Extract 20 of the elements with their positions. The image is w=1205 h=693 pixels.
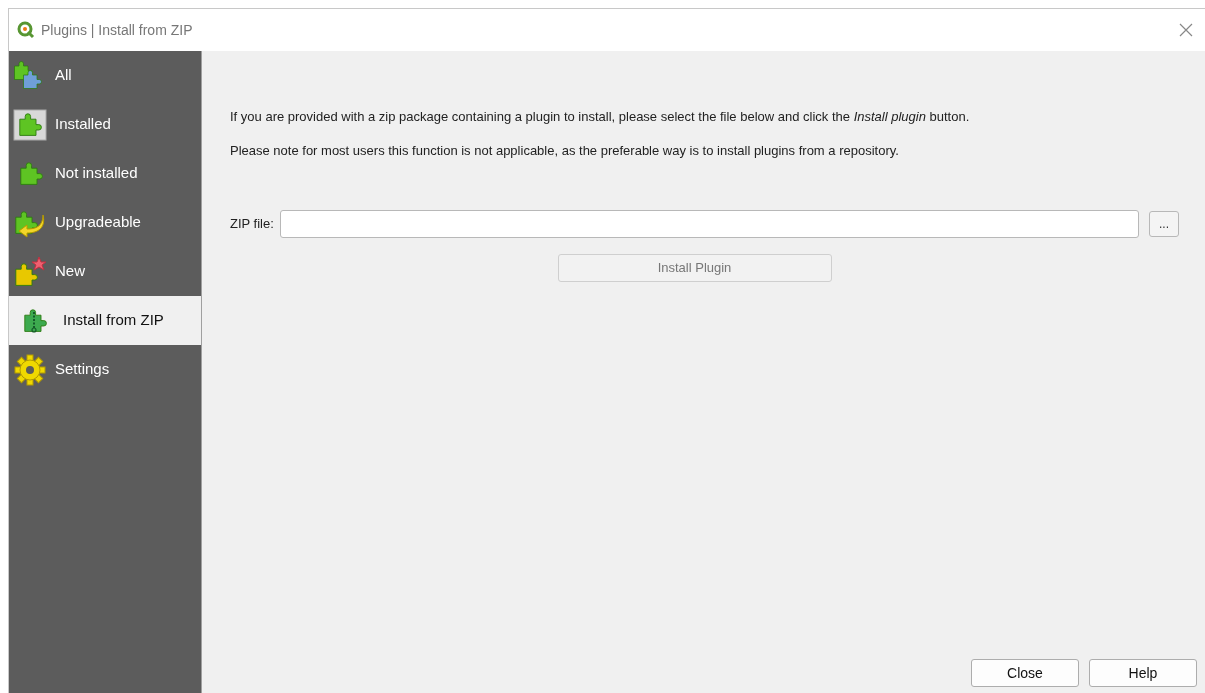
gear-icon [13,353,47,386]
sidebar-item[interactable]: Not installed [9,149,201,198]
sidebar-item[interactable]: Upgradeable [9,198,201,247]
dialog-button[interactable]: Help [1089,659,1197,687]
puzzle-star-icon [13,255,47,288]
instruction-text: Please note for most users this function is not applicable, as the preferable way is to install plugins from a repository. [230,141,900,160]
app-logo-icon [17,21,35,39]
browse-button[interactable]: ... [1149,211,1179,237]
zip-file-field[interactable] [279,210,1139,238]
instruction-text: If you are provided with a zip package containing a plugin to install, please select the file below and click the Install plugin button. [230,108,971,126]
sidebar-item[interactable]: Installed [9,100,201,149]
puzzle-piece-icon [13,108,47,141]
sidebar-item[interactable]: New [9,247,201,296]
sidebar-item[interactable]: Install from ZIP [9,296,201,345]
window-title: Plugins | Install from ZIP [41,20,193,40]
dialog-button[interactable]: Close [971,659,1079,687]
field-label: ZIP file: [230,215,274,234]
sidebar-item[interactable]: Settings [9,345,201,394]
close-icon[interactable] [1179,23,1193,37]
sidebar-item[interactable]: All [9,51,201,100]
